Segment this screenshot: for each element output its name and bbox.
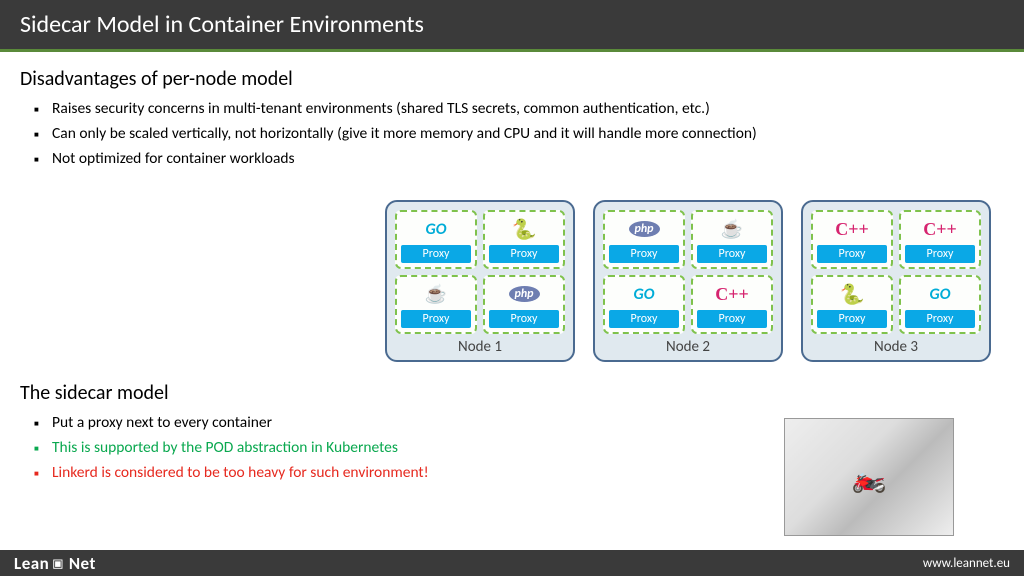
pod: php Proxy [483,275,565,334]
java-icon [712,216,752,242]
proxy-label: Proxy [905,245,975,263]
proxy-label: Proxy [401,310,471,328]
proxy-label: Proxy [401,245,471,263]
go-icon: GO [416,216,456,242]
footer: Lean◈Net www.leannet.eu [0,550,1024,576]
slide-title: Sidecar Model in Container Environments [0,0,1024,52]
go-icon: GO [624,281,664,307]
proxy-label: Proxy [609,310,679,328]
python-icon [504,216,544,242]
proxy-label: Proxy [905,310,975,328]
proxy-label: Proxy [817,310,887,328]
proxy-label: Proxy [817,245,887,263]
list-item: Raises security concerns in multi-tenant… [52,97,1004,122]
pod: Proxy [395,275,477,334]
proxy-label: Proxy [697,310,767,328]
pod: Proxy [691,210,773,269]
proxy-label: Proxy [697,245,767,263]
node-label: Node 2 [666,338,710,356]
sidecar-heading: The sidecar model [20,381,1004,405]
brand-logo: Lean◈Net [14,553,96,574]
proxy-label: Proxy [489,310,559,328]
disadvantages-heading: Disadvantages of per-node model [20,67,1004,91]
pod: GO Proxy [603,275,685,334]
pod: C++ Proxy [691,275,773,334]
node: GO Proxy Proxy Proxy php Proxy Node 1 [385,200,575,362]
footer-url: www.leannet.eu [923,556,1010,571]
pod: Proxy [811,275,893,334]
node: php Proxy Proxy GO Proxy C++ Proxy Node 2 [593,200,783,362]
cpp-icon: C++ [832,216,872,242]
nodes-diagram: GO Proxy Proxy Proxy php Proxy Node 1 php Proxy P… [385,200,991,362]
cpp-icon: C++ [712,281,752,307]
node-label: Node 1 [458,338,502,356]
proxy-label: Proxy [609,245,679,263]
java-icon [416,281,456,307]
php-icon: php [624,216,664,242]
list-item: Not optimized for container workloads [52,147,1004,172]
pod: Proxy [483,210,565,269]
proxy-label: Proxy [489,245,559,263]
cpp-icon: C++ [920,216,960,242]
pod: GO Proxy [899,275,981,334]
node-label: Node 3 [874,338,918,356]
pod: php Proxy [603,210,685,269]
sidecar-motorcycle-image: 🏍️ [784,418,954,536]
pod: GO Proxy [395,210,477,269]
list-item: Can only be scaled vertically, not horiz… [52,122,1004,147]
pod: C++ Proxy [899,210,981,269]
node: C++ Proxy C++ Proxy Proxy GO Proxy Node 3 [801,200,991,362]
python-icon [832,281,872,307]
disadvantages-list: Raises security concerns in multi-tenant… [20,97,1004,171]
php-icon: php [504,281,544,307]
pod: C++ Proxy [811,210,893,269]
go-icon: GO [920,281,960,307]
